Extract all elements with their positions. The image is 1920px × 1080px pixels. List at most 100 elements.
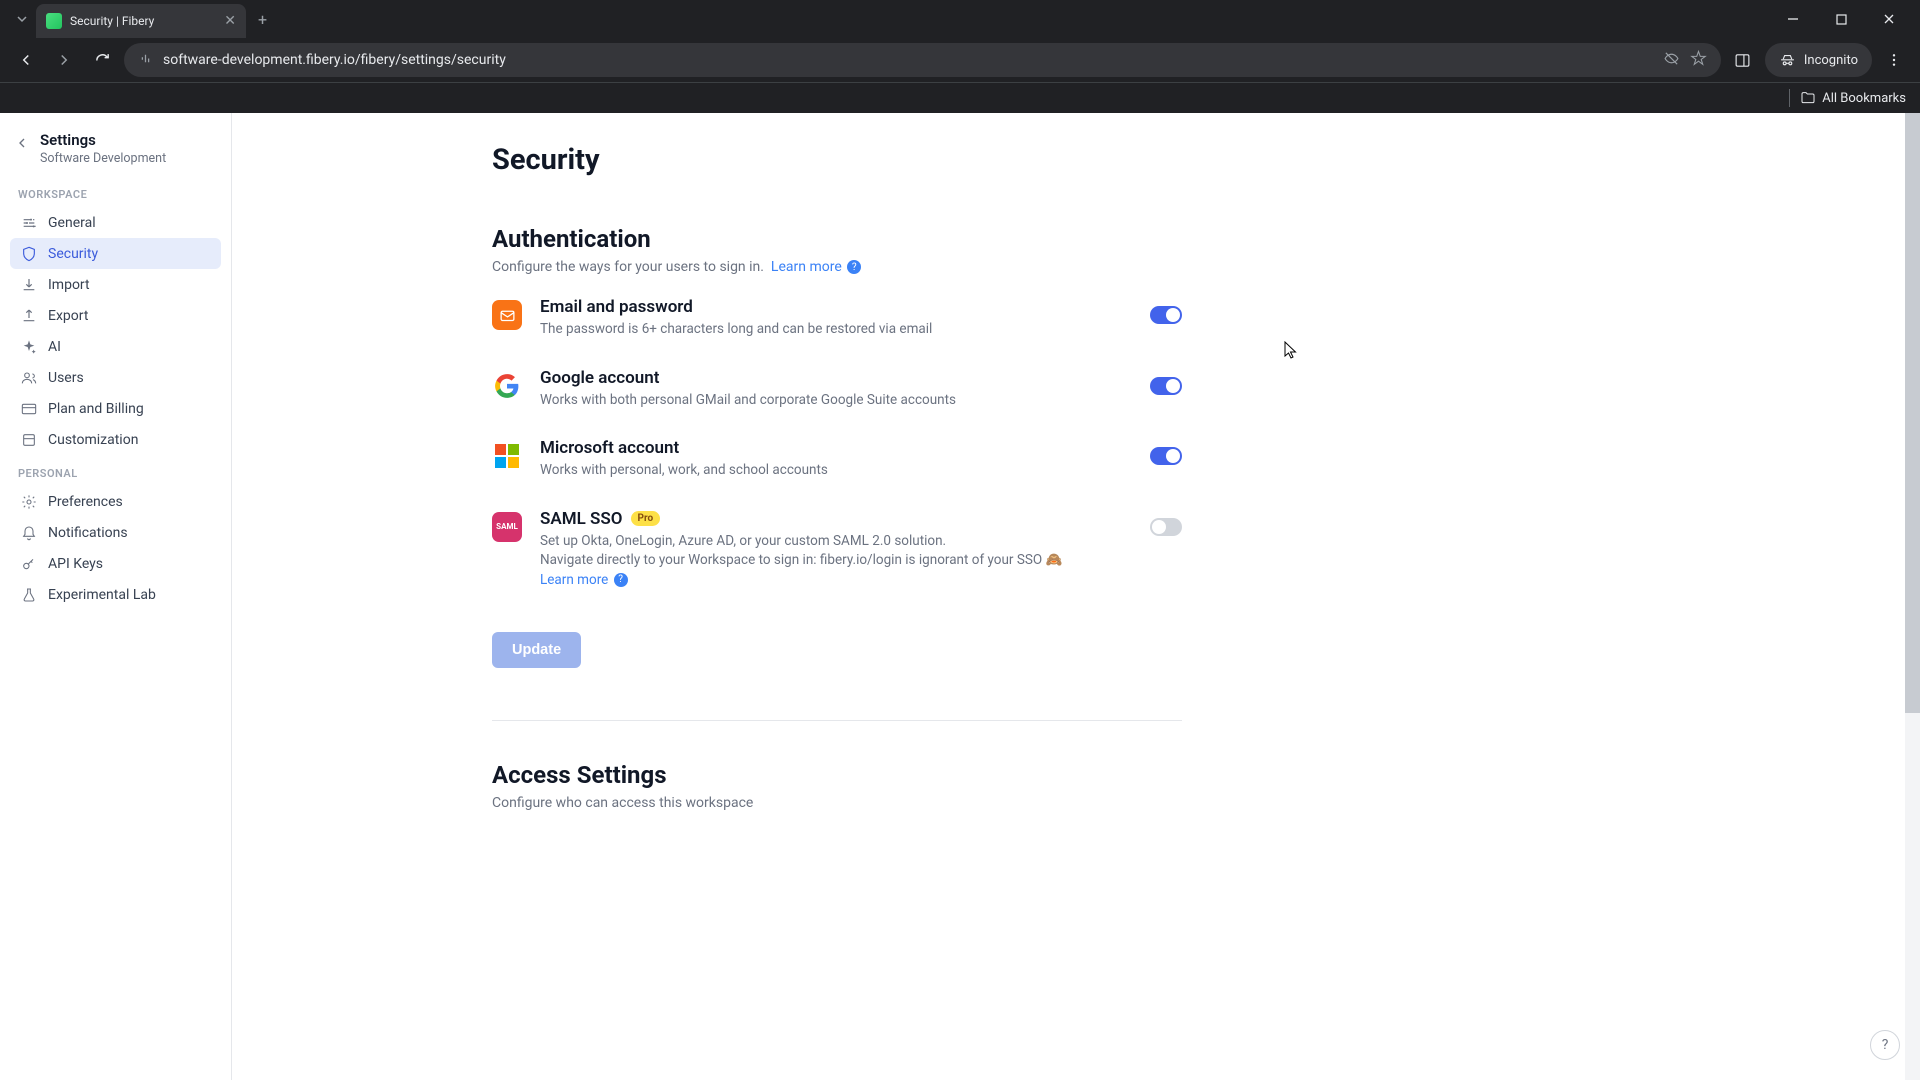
vertical-scrollbar[interactable] <box>1905 113 1920 1080</box>
sidebar-item-users[interactable]: Users <box>10 362 221 393</box>
toggle-google[interactable] <box>1150 377 1182 395</box>
address-bar[interactable]: software-development.fibery.io/fibery/se… <box>124 43 1721 77</box>
auth-google-title: Google account <box>540 368 1132 388</box>
incognito-label: Incognito <box>1804 53 1858 68</box>
sliders-icon <box>20 214 37 231</box>
eye-blocked-icon[interactable] <box>1663 50 1680 71</box>
window-controls <box>1778 4 1912 34</box>
back-arrow-icon[interactable] <box>14 135 30 155</box>
sidebar-item-general[interactable]: General <box>10 207 221 238</box>
help-fab-button[interactable]: ? <box>1870 1030 1900 1060</box>
main-content: Security Authentication Configure the wa… <box>232 113 1920 1080</box>
authentication-heading: Authentication <box>492 225 1182 253</box>
users-icon <box>20 369 37 386</box>
close-window-button[interactable] <box>1874 4 1904 34</box>
sidebar-item-preferences[interactable]: Preferences <box>10 486 221 517</box>
folder-icon <box>1800 90 1816 106</box>
sidebar-item-experimental-lab[interactable]: Experimental Lab <box>10 579 221 610</box>
maximize-button[interactable] <box>1826 4 1856 34</box>
sidebar-item-label: Plan and Billing <box>48 401 144 417</box>
microsoft-icon <box>492 441 522 471</box>
browser-tab[interactable]: Security | Fibery ✕ <box>36 4 246 38</box>
reload-button[interactable] <box>86 44 118 76</box>
toggle-email[interactable] <box>1150 306 1182 324</box>
new-tab-button[interactable]: + <box>258 10 267 29</box>
sidebar-item-export[interactable]: Export <box>10 300 221 331</box>
tab-favicon <box>46 13 62 29</box>
sidebar-item-api-keys[interactable]: API Keys <box>10 548 221 579</box>
sidebar-item-label: Import <box>48 277 90 293</box>
app-container: Settings Software Development WORKSPACE … <box>0 113 1920 1080</box>
tab-search-dropdown[interactable] <box>8 5 36 33</box>
auth-google-desc: Works with both personal GMail and corpo… <box>540 391 1132 411</box>
help-icon[interactable]: ? <box>847 260 861 274</box>
help-icon[interactable]: ? <box>614 573 628 587</box>
browser-menu-button[interactable] <box>1878 44 1910 76</box>
sidebar-item-label: API Keys <box>48 556 103 572</box>
settings-sidebar: Settings Software Development WORKSPACE … <box>0 113 232 1080</box>
authentication-desc: Configure the ways for your users to sig… <box>492 259 1182 275</box>
bookmark-divider <box>1789 89 1790 107</box>
forward-button[interactable] <box>48 44 80 76</box>
sidebar-subtitle: Software Development <box>40 151 166 166</box>
sidebar-title: Settings <box>40 131 166 149</box>
import-icon <box>20 276 37 293</box>
sidebar-item-customization[interactable]: Customization <box>10 424 221 455</box>
auth-saml-desc: Set up Okta, OneLogin, Azure AD, or your… <box>540 532 1132 591</box>
page-title: Security <box>492 143 1182 177</box>
scrollbar-thumb[interactable] <box>1905 113 1920 713</box>
workspace-section-label: WORKSPACE <box>10 188 221 201</box>
section-divider <box>492 720 1182 721</box>
sidebar-item-label: General <box>48 215 96 231</box>
tab-close-icon[interactable]: ✕ <box>224 13 236 29</box>
sidebar-item-label: Export <box>48 308 88 324</box>
sidebar-item-import[interactable]: Import <box>10 269 221 300</box>
toggle-saml[interactable] <box>1150 518 1182 536</box>
learn-more-link[interactable]: Learn more <box>771 259 842 275</box>
auth-method-google: Google account Works with both personal … <box>492 368 1182 411</box>
personal-section-label: PERSONAL <box>10 467 221 480</box>
sidebar-item-security[interactable]: Security <box>10 238 221 269</box>
sidebar-item-label: Preferences <box>48 494 123 510</box>
update-button[interactable]: Update <box>492 632 581 668</box>
bell-icon <box>20 524 37 541</box>
key-icon <box>20 555 37 572</box>
square-icon <box>20 431 37 448</box>
back-button[interactable] <box>10 44 42 76</box>
auth-microsoft-title: Microsoft account <box>540 438 1132 458</box>
sparkle-icon <box>20 338 37 355</box>
url-text: software-development.fibery.io/fibery/se… <box>163 52 1653 68</box>
access-settings-desc: Configure who can access this workspace <box>492 795 1182 811</box>
all-bookmarks-button[interactable]: All Bookmarks <box>1800 90 1906 106</box>
auth-saml-title: SAML SSO Pro <box>540 509 1132 529</box>
incognito-badge[interactable]: Incognito <box>1765 43 1872 77</box>
auth-email-title: Email and password <box>540 297 1132 317</box>
shield-icon <box>20 245 37 262</box>
sidebar-item-label: Experimental Lab <box>48 587 156 603</box>
all-bookmarks-label: All Bookmarks <box>1822 91 1906 106</box>
gear-icon <box>20 493 37 510</box>
site-settings-icon[interactable] <box>138 51 153 70</box>
sidebar-item-label: Security <box>48 246 98 262</box>
saml-learn-more-link[interactable]: Learn more <box>540 572 608 588</box>
auth-email-desc: The password is 6+ characters long and c… <box>540 320 1132 340</box>
pro-badge: Pro <box>631 511 661 526</box>
bookmark-star-icon[interactable] <box>1690 50 1707 71</box>
tab-title: Security | Fibery <box>70 14 216 28</box>
toggle-microsoft[interactable] <box>1150 447 1182 465</box>
sidebar-item-plan-billing[interactable]: Plan and Billing <box>10 393 221 424</box>
sidebar-header: Settings Software Development <box>10 131 221 166</box>
auth-method-saml: SAML SAML SSO Pro Set up Okta, OneLogin,… <box>492 509 1182 591</box>
minimize-button[interactable] <box>1778 4 1808 34</box>
incognito-icon <box>1779 52 1796 69</box>
saml-icon: SAML <box>492 512 522 542</box>
sidebar-item-label: Notifications <box>48 525 128 541</box>
sidebar-item-notifications[interactable]: Notifications <box>10 517 221 548</box>
address-bar-row: software-development.fibery.io/fibery/se… <box>0 38 1920 82</box>
side-panel-button[interactable] <box>1727 44 1759 76</box>
sidebar-item-ai[interactable]: AI <box>10 331 221 362</box>
sidebar-item-label: Customization <box>48 432 138 448</box>
sidebar-item-label: Users <box>48 370 84 386</box>
title-bar: Security | Fibery ✕ + <box>0 0 1920 38</box>
flask-icon <box>20 586 37 603</box>
